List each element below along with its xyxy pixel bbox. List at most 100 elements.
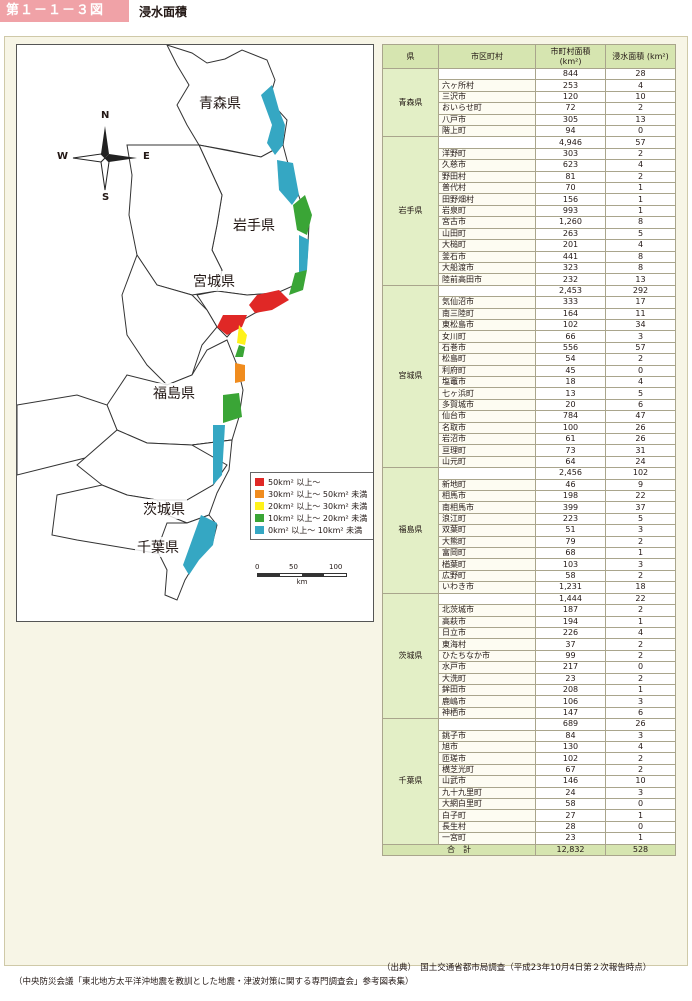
- subtotal-area-muni: 844: [535, 67, 606, 81]
- area-flood-cell: 3: [605, 524, 676, 537]
- area-flood-cell: 4: [605, 79, 676, 92]
- map-label-miyagi: 宮城県: [191, 271, 237, 291]
- legend-swatch: [255, 526, 264, 534]
- municipality-cell: 松島町: [438, 353, 536, 366]
- legend-swatch: [255, 514, 264, 522]
- area-flood-cell: 0: [605, 797, 676, 811]
- area-muni-cell: 147: [535, 706, 606, 720]
- subtotal-row: 青森県 844 28: [382, 67, 676, 138]
- municipality-cell: 大網白里町: [438, 797, 536, 811]
- area-muni-cell: 45: [535, 364, 606, 377]
- inundation-map: N S W E 青森県 岩手県 宮城県 福島県 茨城県 千葉県 50km² 以上…: [16, 44, 374, 622]
- prefecture-cell: 茨城県: [382, 592, 439, 720]
- area-muni-cell: 73: [535, 444, 606, 457]
- legend-swatch: [255, 502, 264, 510]
- municipality-cell: 亘理町: [438, 444, 536, 457]
- area-flood-cell: 9: [605, 478, 676, 492]
- municipality-cell: 双葉町: [438, 524, 536, 537]
- subtotal-area-flood: 26: [605, 718, 676, 731]
- area-flood-cell: 1: [605, 193, 676, 206]
- area-muni-cell: 226: [535, 626, 606, 640]
- area-muni-cell: 194: [535, 615, 606, 628]
- subtotal-area-muni: 2,453: [535, 284, 606, 298]
- area-flood-cell: 31: [605, 444, 676, 457]
- municipality-cell: 七ヶ浜町: [438, 387, 536, 400]
- area-muni-cell: 164: [535, 307, 606, 320]
- subtotal-area-flood: 28: [605, 67, 676, 81]
- compass-w-label: W: [57, 151, 69, 162]
- municipality-cell: 高萩市: [438, 615, 536, 628]
- area-flood-cell: 4: [605, 159, 676, 172]
- municipality-cell: 岩沼市: [438, 432, 536, 446]
- header-area-muni: 市町村面積 (km²): [535, 44, 606, 69]
- compass-s-label: S: [102, 192, 110, 203]
- area-flood-cell: 18: [605, 581, 676, 594]
- map-label-ibaraki: 茨城県: [141, 499, 187, 519]
- subtotal-area-flood: 292: [605, 284, 676, 298]
- area-muni-cell: 18: [535, 375, 606, 389]
- area-muni-cell: 305: [535, 113, 606, 127]
- municipality-cell: 久慈市: [438, 159, 536, 172]
- area-flood-cell: 1: [605, 204, 676, 218]
- area-muni-cell: 232: [535, 273, 606, 286]
- municipality-cell: 富岡町: [438, 547, 536, 560]
- area-muni-cell: 94: [535, 125, 606, 138]
- subtotal-area-muni: 1,444: [535, 592, 606, 606]
- source-note: （出典） 国土交通省都市局調査（平成23年10月4日第２次報告時点）: [382, 963, 652, 973]
- area-muni-cell: 68: [535, 547, 606, 560]
- area-muni-cell: 217: [535, 661, 606, 674]
- municipality-cell: 八戸市: [438, 113, 536, 127]
- area-flood-cell: 2: [605, 672, 676, 685]
- municipality-cell: いわき市: [438, 581, 536, 594]
- municipality-cell: 日立市: [438, 626, 536, 640]
- municipality-cell: 三沢市: [438, 90, 536, 104]
- figure-label: 第１－１－３図: [0, 0, 129, 22]
- area-muni-cell: 99: [535, 649, 606, 663]
- municipality-cell: 塩竈市: [438, 375, 536, 389]
- area-flood-cell: 1: [605, 832, 676, 845]
- map-label-iwate: 岩手県: [231, 215, 277, 235]
- compass-n-label: N: [101, 110, 110, 121]
- area-muni-cell: 993: [535, 204, 606, 218]
- area-muni-cell: 79: [535, 535, 606, 549]
- area-flood-cell: 11: [605, 307, 676, 320]
- subtotal-area-muni: 4,946: [535, 136, 606, 149]
- scale-graphic: [257, 573, 347, 577]
- area-flood-cell: 2: [605, 763, 676, 777]
- municipality-cell: 山武市: [438, 775, 536, 788]
- area-flood-cell: 1: [605, 683, 676, 697]
- area-muni-cell: 623: [535, 159, 606, 172]
- area-muni-cell: 54: [535, 353, 606, 366]
- area-flood-cell: 5: [605, 512, 676, 526]
- area-muni-cell: 1,231: [535, 581, 606, 594]
- area-flood-cell: 1: [605, 615, 676, 628]
- municipality-cell: 野田村: [438, 170, 536, 184]
- area-muni-cell: 102: [535, 318, 606, 332]
- legend-item: 20km² 以上～ 30km² 未満: [255, 500, 370, 512]
- subtotal-label-cell: [438, 67, 536, 81]
- area-flood-cell: 2: [605, 569, 676, 583]
- municipality-cell: 浪江町: [438, 512, 536, 526]
- subtotal-row: 茨城県 1,444 22: [382, 592, 676, 720]
- municipality-cell: 洋野町: [438, 147, 536, 161]
- map-label-fukushima: 福島県: [151, 383, 197, 403]
- subtotal-row: 岩手県 4,946 57: [382, 136, 676, 286]
- area-muni-cell: 27: [535, 809, 606, 822]
- area-flood-cell: 3: [605, 786, 676, 800]
- legend-item: 0km² 以上～ 10km² 未満: [255, 524, 370, 536]
- municipality-cell: 水戸市: [438, 661, 536, 674]
- area-muni-cell: 399: [535, 501, 606, 514]
- scale-tick: 50: [289, 563, 298, 571]
- subtotal-row: 千葉県 689 26: [382, 718, 676, 845]
- area-flood-cell: 37: [605, 501, 676, 514]
- area-muni-cell: 13: [535, 387, 606, 400]
- area-flood-cell: 1: [605, 547, 676, 560]
- area-flood-cell: 2: [605, 638, 676, 651]
- area-muni-cell: 28: [535, 820, 606, 834]
- subtotal-area-flood: 22: [605, 592, 676, 606]
- area-muni-cell: 263: [535, 227, 606, 241]
- scale-unit: km: [296, 578, 308, 586]
- flood-area-table: 県 市区町村 市町村面積 (km²) 浸水面積 (km²) 青森県 844 28 六ヶ…: [382, 44, 676, 857]
- municipality-cell: 大船渡市: [438, 261, 536, 275]
- area-flood-cell: 3: [605, 729, 676, 742]
